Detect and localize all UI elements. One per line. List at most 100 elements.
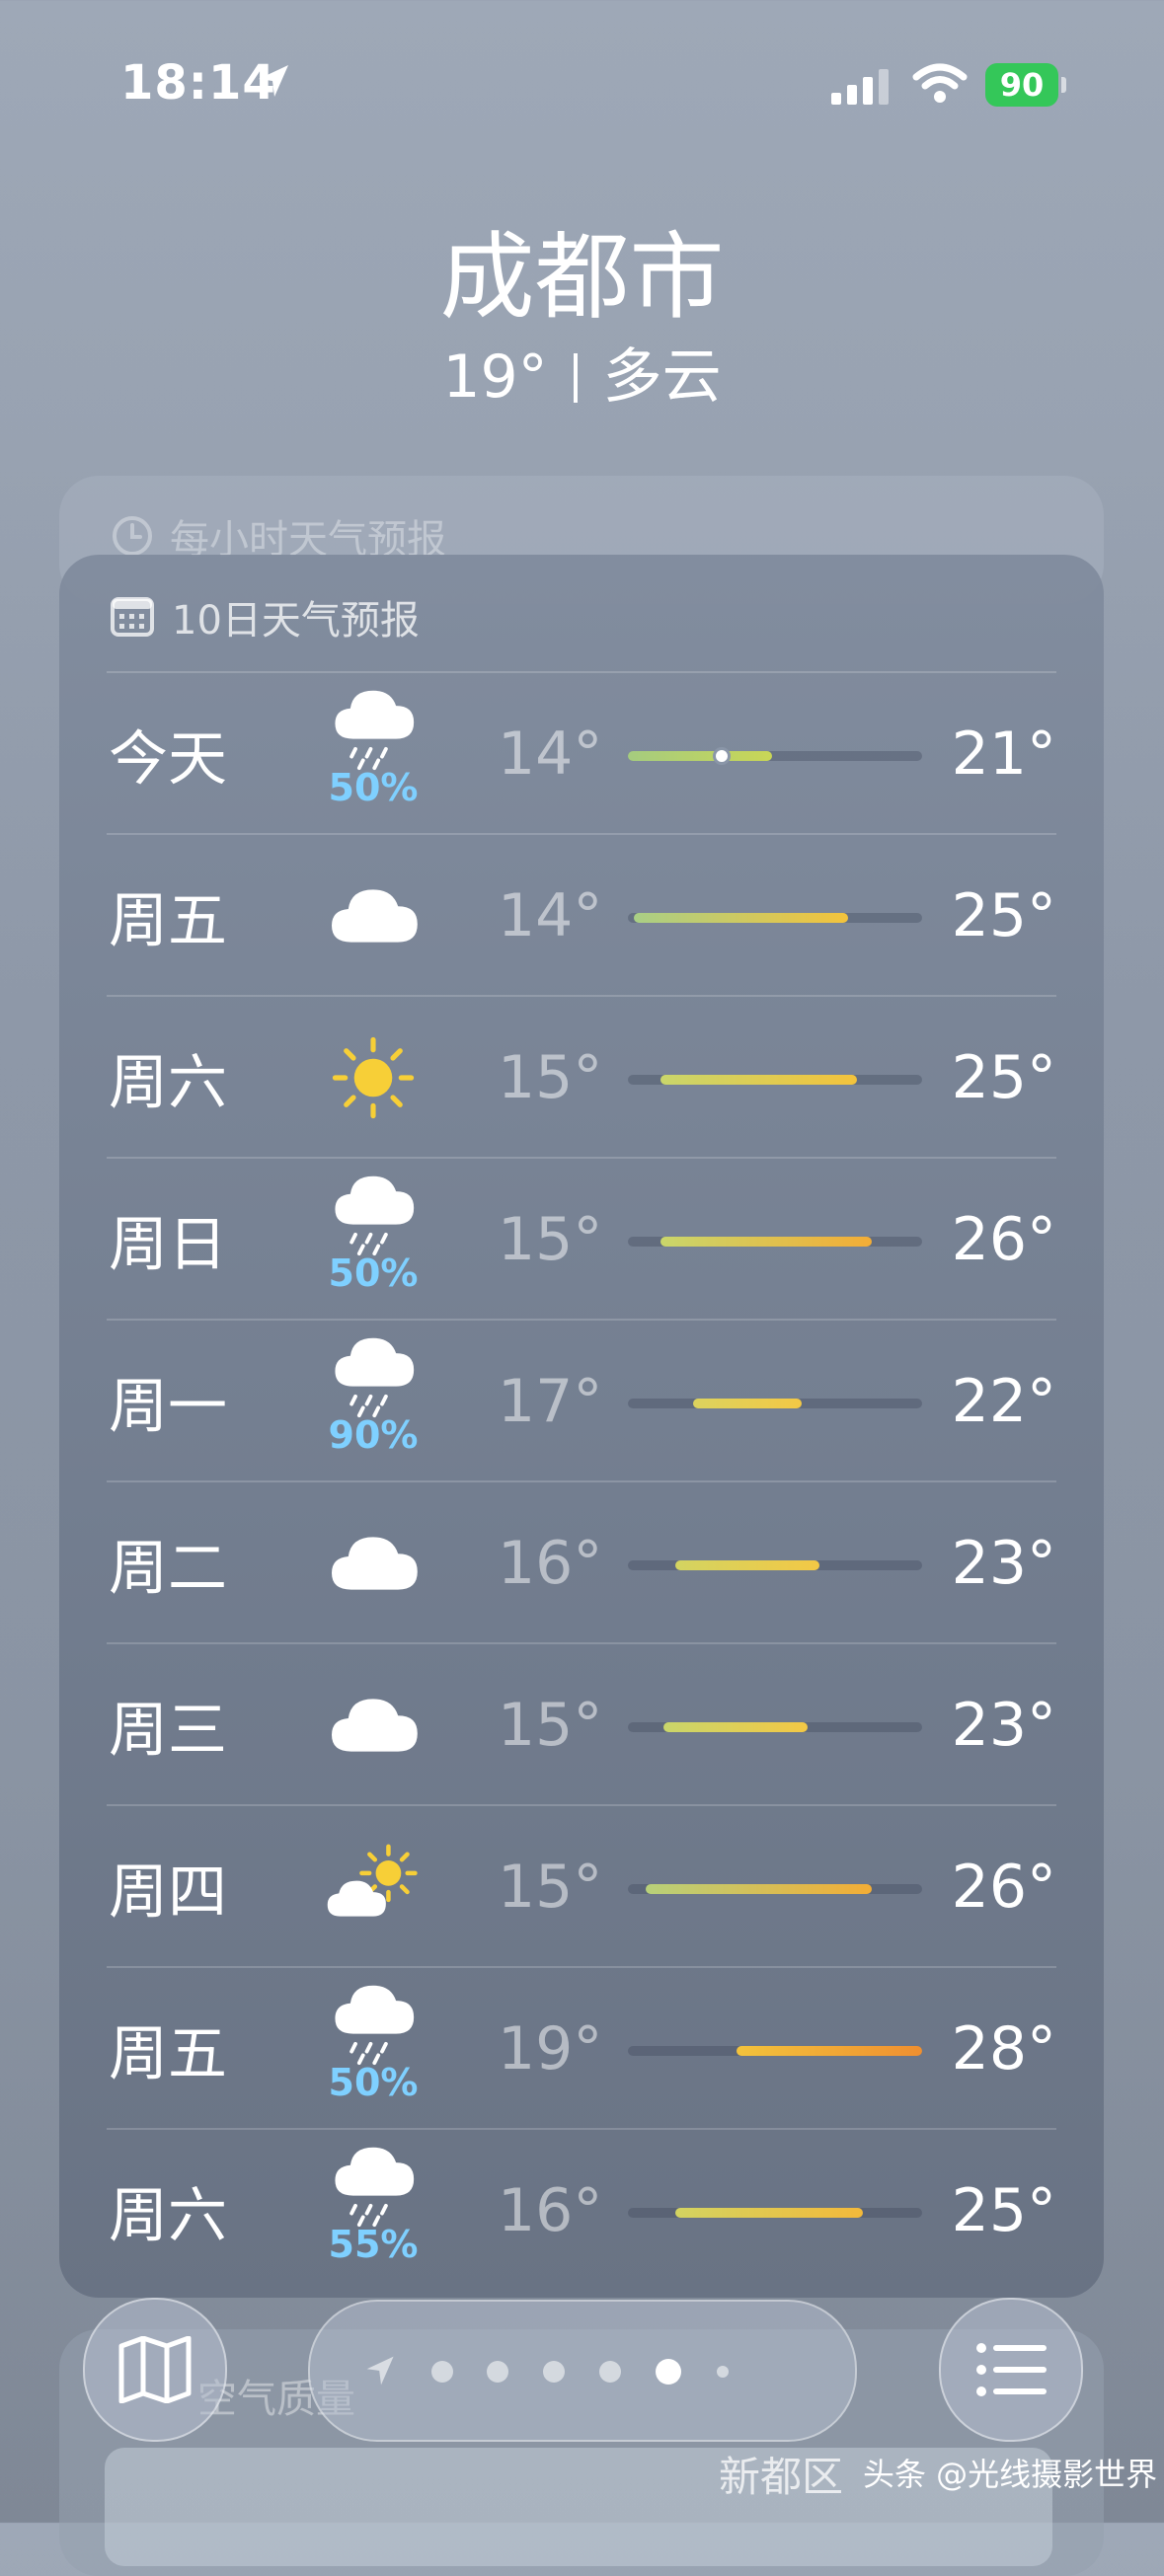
forecast-day: 周五 [109,2019,227,2089]
temperature-range-fill [674,2208,864,2218]
daily-forecast-title: 10日天气预报 [172,598,420,644]
weather-icon-cell [314,835,432,997]
list-icon [976,2343,1047,2396]
signal-icon [831,69,889,105]
temperature-range-fill [737,2046,922,2056]
low-temperature: 17° [498,1367,603,1436]
battery-icon: 90 [985,63,1058,107]
forecast-day: 今天 [109,724,227,795]
low-temperature: 15° [498,1853,603,1922]
high-temperature: 25° [951,1043,1056,1112]
low-temperature: 14° [498,881,603,950]
low-temperature: 14° [498,720,603,789]
weather-icon-cell [314,1482,432,1644]
status-bar: 18:14 90 [0,0,1164,158]
current-temperature: 19° [442,342,548,412]
daily-forecast-header: 10日天气预报 [111,588,420,645]
page-indicator[interactable] [308,2300,857,2442]
map-icon [118,2336,192,2403]
current-summary: 19° 多云 [0,340,1164,415]
temperature-range-bar [628,2046,922,2056]
location-arrow-icon [366,2356,394,2386]
forecast-day: 周五 [109,886,227,956]
forecast-row[interactable]: 周二 16° 23° [107,1482,1056,1644]
high-temperature: 22° [951,1367,1056,1436]
forecast-day: 周日 [109,1210,227,1280]
precipitation-chance: 50% [328,766,419,809]
low-temperature: 19° [498,2014,603,2084]
status-time: 18:14 [120,55,276,111]
temperature-range-fill [660,1237,873,1247]
forecast-day: 周六 [109,2181,227,2251]
forecast-day: 周一 [109,1372,227,1442]
low-temperature: 16° [498,1529,603,1598]
high-temperature: 26° [951,1205,1056,1274]
temperature-range-fill [660,1075,858,1085]
forecast-row[interactable]: 今天 50% 14° 21° [107,673,1056,835]
weather-icon-cell [314,1806,432,1968]
clock-icon [113,516,152,556]
battery-nub [1061,77,1066,93]
separator [573,353,578,403]
forecast-row[interactable]: 周五 14° 25° [107,835,1056,997]
weather-icon-cell: 55% [314,2130,432,2292]
current-temperature-marker [713,747,732,765]
wifi-icon [912,63,968,103]
weather-icon-cell: 90% [314,1321,432,1482]
temperature-range-fill [674,1560,819,1570]
forecast-row[interactable]: 周六 55% 16° 25° [107,2130,1056,2292]
location-arrow-icon [259,65,288,97]
current-condition: 多云 [602,342,722,412]
precipitation-chance: 55% [328,2223,419,2266]
temperature-range-fill [645,1884,873,1894]
high-temperature: 28° [951,2014,1056,2084]
precipitation-chance: 50% [328,1251,419,1295]
forecast-day: 周三 [109,1696,227,1766]
map-button[interactable] [83,2298,227,2442]
high-temperature: 26° [951,1853,1056,1922]
forecast-day: 周四 [109,1857,227,1928]
forecast-row[interactable]: 周三 15° 23° [107,1644,1056,1806]
temperature-range-fill [633,913,849,923]
temperature-range-bar [628,1884,922,1894]
forecast-row[interactable]: 周六 15° 25° [107,997,1056,1159]
page-dot[interactable] [599,2361,621,2383]
weather-icon-cell: 50% [314,673,432,835]
low-temperature: 15° [498,1043,603,1112]
low-temperature: 15° [498,1691,603,1760]
temperature-range-bar [628,1722,922,1732]
temperature-range-bar [628,1075,922,1085]
temperature-range-bar [628,913,922,923]
forecast-row[interactable]: 周一 90% 17° 22° [107,1321,1056,1482]
forecast-row[interactable]: 周日 50% 15° 26° [107,1159,1056,1321]
city-list-button[interactable] [939,2298,1083,2442]
weather-icon-cell [314,997,432,1159]
page-dot[interactable] [543,2361,565,2383]
watermark: 头条 @光线摄影世界 [863,2456,1158,2493]
temperature-range-bar [628,1399,922,1408]
weather-icon-cell: 50% [314,1968,432,2130]
page-dot[interactable] [656,2359,681,2385]
high-temperature: 25° [951,881,1056,950]
high-temperature: 23° [951,1529,1056,1598]
low-temperature: 15° [498,1205,603,1274]
page-dot[interactable] [487,2361,508,2383]
city-name: 成都市 [439,222,725,333]
forecast-day: 周二 [109,1534,227,1604]
precipitation-chance: 50% [328,2061,419,2104]
low-temperature: 16° [498,2176,603,2245]
page-dot[interactable] [717,2366,729,2378]
page-dot[interactable] [431,2361,453,2383]
district-label: 新都区 [719,2453,844,2501]
forecast-row[interactable]: 周五 50% 19° 28° [107,1968,1056,2130]
high-temperature: 23° [951,1691,1056,1760]
temperature-range-fill [662,1722,808,1732]
high-temperature: 25° [951,2176,1056,2245]
temperature-range-fill [692,1399,802,1408]
precipitation-chance: 90% [328,1413,419,1457]
temperature-range-bar [628,1237,922,1247]
high-temperature: 21° [951,720,1056,789]
weather-icon-cell: 50% [314,1159,432,1321]
forecast-row[interactable]: 周四 15° 26° [107,1806,1056,1968]
battery-level: 90 [999,66,1045,104]
